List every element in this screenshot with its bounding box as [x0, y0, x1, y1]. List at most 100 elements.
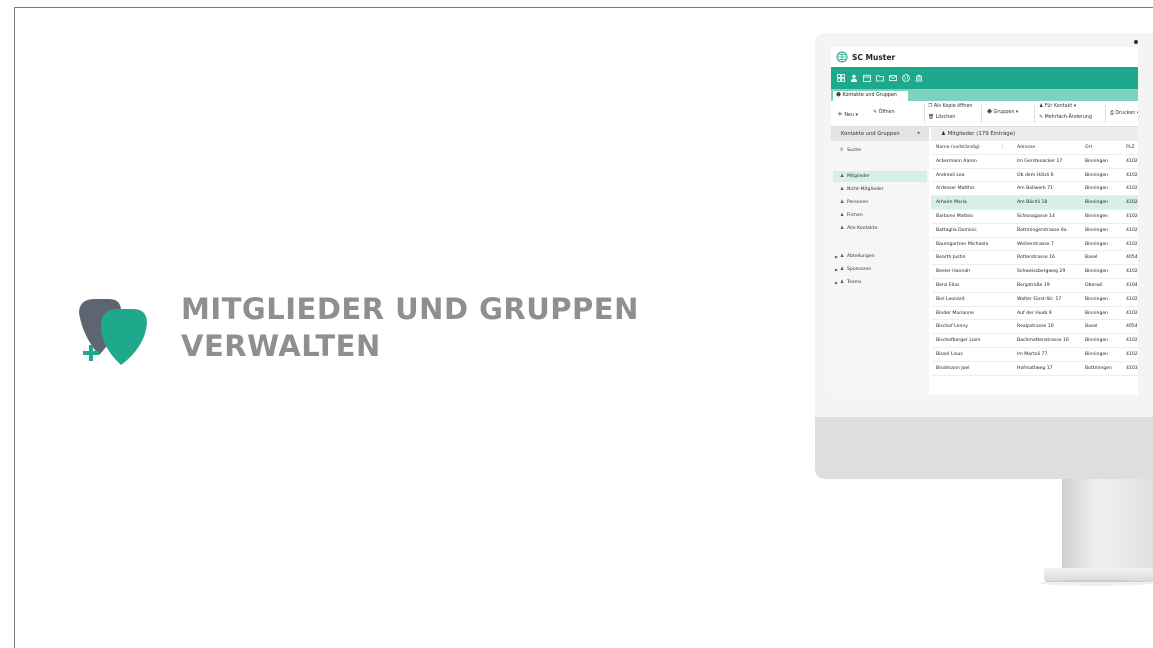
- ribbon-separator: [1034, 105, 1035, 123]
- monitor-chin: [815, 417, 1153, 479]
- table-row[interactable]: Biel Leonard Walter Fürst-Str. 17 Binninge…: [931, 293, 1138, 307]
- group-icon: ♟: [941, 131, 946, 137]
- cell-city: Binningen: [1085, 200, 1109, 206]
- group-icon: ♟: [840, 280, 845, 285]
- cell-city: Binningen: [1085, 296, 1109, 302]
- sidebar-item-personen[interactable]: ♟ Personen: [833, 197, 927, 208]
- cell-zip: 4054: [1126, 255, 1138, 261]
- table-row[interactable]: Bischof Lenny Realpstrasse 10 Basel 4054: [931, 320, 1138, 335]
- table-row[interactable]: Ardesser Matthis Am Bollwerk 71 Binningen 4…: [931, 182, 1138, 197]
- sidebar-item-label: Suche: [847, 148, 862, 153]
- table-row[interactable]: Baumgartner Michaela Weiherstrasse 7 Binni…: [931, 238, 1138, 252]
- mail-icon[interactable]: [889, 74, 897, 82]
- new-button[interactable]: + Neu ▾: [837, 110, 858, 118]
- cell-address: Auf der Hueb 9: [1017, 310, 1052, 316]
- copy-open-label: Als Kopie öffnen: [933, 104, 973, 109]
- cell-zip: 4102: [1126, 352, 1138, 357]
- expand-icon[interactable]: ▶: [835, 264, 838, 275]
- bank-icon[interactable]: [915, 74, 923, 82]
- column-header-address[interactable]: Adresse: [1017, 141, 1083, 154]
- table-row[interactable]: Andreoli Lea Ob dem Hölzli 6 Binningen 4102: [931, 169, 1138, 183]
- cell-address: Ob dem Hölzli 6: [1017, 172, 1054, 178]
- ribbon-separator: [924, 105, 925, 123]
- ribbon-toolbar: + Neu ▾ ✎ Öffnen ❐ Als Kopie öffnen 🗑 Lö…: [831, 101, 1138, 127]
- camera-icon: [1134, 40, 1138, 44]
- table-row[interactable]: Binder Marianne Auf der Hueb 9 Binningen 41…: [931, 307, 1138, 321]
- delete-button[interactable]: 🗑 Löschen: [928, 115, 955, 120]
- app-titlebar: SC Muster: [831, 47, 1138, 67]
- table-row[interactable]: Beeler Hannah Schweissbergweg 29 Binningen…: [931, 265, 1138, 279]
- sidebar-item-search[interactable]: ⚲ Suche: [833, 145, 927, 156]
- sidebar-item-mitglieder[interactable]: ♟ Mitglieder: [833, 171, 927, 182]
- sidebar-item-nicht-mitglieder[interactable]: ♟ Nicht-Mitglieder: [833, 184, 927, 195]
- globe-logo-icon: [836, 51, 848, 63]
- cell-city: Binningen: [1085, 269, 1109, 275]
- person-icon[interactable]: [850, 74, 858, 82]
- ribbon-separator: [1105, 105, 1106, 123]
- folder-icon[interactable]: [876, 74, 884, 82]
- sidebar-item-label: Alle Kontakte: [847, 226, 878, 231]
- column-header-city[interactable]: Ort: [1085, 141, 1115, 154]
- tab-kontakte-und-gruppen[interactable]: ☻ Kontakte und Gruppen: [833, 91, 908, 101]
- app-title: SC Muster: [852, 52, 896, 62]
- expand-icon[interactable]: ▶: [835, 251, 838, 262]
- print-button[interactable]: ⎙ Drucken ▾: [1110, 110, 1138, 116]
- cell-name: Benz Elias: [936, 283, 960, 288]
- cell-city: Binningen: [1085, 186, 1109, 192]
- tab-label: Kontakte und Gruppen: [842, 93, 897, 98]
- column-header-zip[interactable]: PLZ: [1126, 141, 1138, 154]
- table-row[interactable]: Benz Elias Bergstraße 19 Oberwil 4104: [931, 279, 1138, 293]
- open-button[interactable]: ✎ Öffnen: [873, 110, 895, 115]
- cell-address: Schlossgasse 14: [1017, 214, 1055, 219]
- globe-icon[interactable]: [902, 74, 910, 82]
- column-menu-icon[interactable]: ⋮: [1000, 141, 1005, 154]
- cell-city: Binningen: [1085, 338, 1109, 344]
- sidebar-item-sponsoren[interactable]: ▶ ♟ Sponsoren: [833, 264, 927, 275]
- table-row[interactable]: Bischofberger Liam Bachmattenstrasse 16 Bi…: [931, 334, 1138, 348]
- table-row[interactable]: Barbone Matteo Schlossgasse 14 Binningen 41…: [931, 210, 1138, 224]
- table-row[interactable]: Arheim Maria Am Bächli 18 Binningen 4102: [931, 196, 1138, 210]
- groups-button[interactable]: ☻ Gruppen ▾: [987, 110, 1018, 115]
- table-row[interactable]: Bissel Linus Im Martoli 77 Binningen 4102: [931, 348, 1138, 362]
- table-row[interactable]: Bearth Justin Rotterstrasse 16 Basel 4054: [931, 251, 1138, 266]
- cell-city: Basel: [1085, 255, 1098, 261]
- cell-city: Binningen: [1085, 352, 1109, 357]
- table-row[interactable]: Battaglia Dominic Bottmingerstrasse 6a Bin…: [931, 224, 1138, 238]
- cell-name: Bischofberger Liam: [936, 338, 981, 344]
- dashboard-icon[interactable]: [837, 74, 845, 82]
- cell-city: Binningen: [1085, 310, 1109, 316]
- search-icon: ⚲: [840, 148, 844, 153]
- table-row[interactable]: Brodmann Joel Hofmattweg 17 Bottmingen 4103: [931, 362, 1138, 376]
- copy-open-button[interactable]: ❐ Als Kopie öffnen: [928, 104, 972, 109]
- cell-name: Bischof Lenny: [936, 324, 968, 330]
- sidebar-item-abteilungen[interactable]: ▶ ♟ Abteilungen: [833, 251, 927, 262]
- table-row[interactable]: Ackermann Aaron Im Gerstenacker 17 Binning…: [931, 155, 1138, 169]
- cell-city: Bottmingen: [1085, 365, 1112, 371]
- cell-name: Barbone Matteo: [936, 214, 973, 219]
- group-icon: ♟: [840, 226, 845, 231]
- cell-zip: 4102: [1126, 241, 1138, 247]
- cell-address: Hofmattweg 17: [1017, 365, 1053, 371]
- cell-address: Rotterstrasse 16: [1017, 255, 1055, 261]
- main-toolbar: [831, 67, 1138, 89]
- expand-icon[interactable]: ▶: [835, 277, 838, 288]
- cell-city: Basel: [1085, 324, 1098, 330]
- sidebar-item-firmen[interactable]: ♟ Firmen: [833, 210, 927, 221]
- cell-address: Schweissbergweg 29: [1017, 269, 1066, 275]
- multi-change-label: Mehrfach-Änderung: [1044, 115, 1093, 120]
- copy-icon: ❐: [928, 104, 933, 109]
- sidebar-item-teams[interactable]: ▶ ♟ Teams: [833, 277, 927, 288]
- collapse-icon[interactable]: ◂: [917, 127, 919, 141]
- for-contact-button[interactable]: ♟ Für Kontakt ▾: [1039, 104, 1076, 109]
- sidebar-item-label: Nicht-Mitglieder: [847, 187, 884, 192]
- logo-icon: [79, 299, 147, 365]
- cell-city: Binningen: [1085, 214, 1109, 219]
- calendar-icon[interactable]: [863, 74, 871, 82]
- printer-icon: ⎙: [1110, 111, 1114, 116]
- sidebar-item-alle-kontakte[interactable]: ♟ Alle Kontakte: [833, 223, 927, 234]
- app-window: SC Muster ☻ Kontakte und Gruppen + Neu ▾…: [831, 47, 1138, 395]
- tab-strip: ☻ Kontakte und Gruppen: [831, 89, 1138, 101]
- cell-zip: 4102: [1126, 186, 1138, 192]
- multi-change-button[interactable]: ✎ Mehrfach-Änderung: [1039, 115, 1092, 120]
- open-label: Öffnen: [878, 110, 895, 115]
